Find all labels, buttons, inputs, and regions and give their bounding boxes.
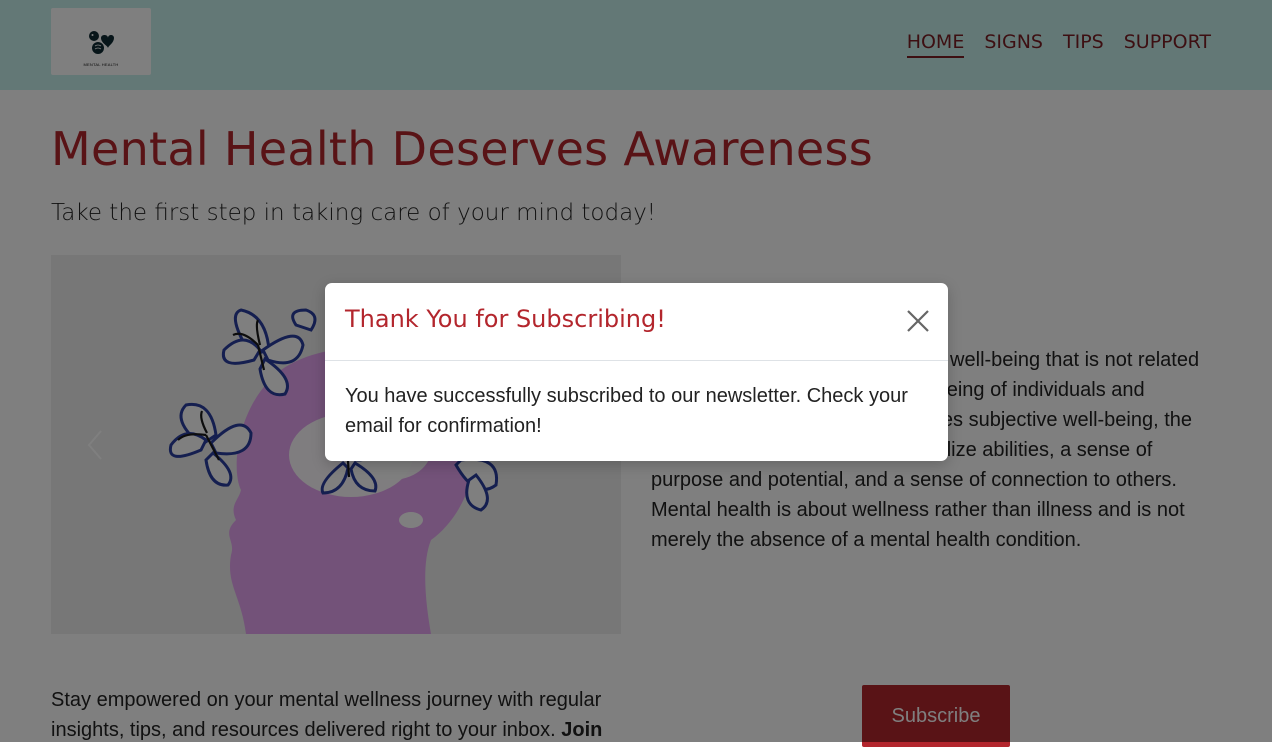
modal-body-text: You have successfully subscribed to our … [345, 385, 908, 437]
modal-close-button[interactable] [904, 307, 932, 335]
close-icon [907, 310, 929, 332]
subscription-modal: Thank You for Subscribing! You have succ… [325, 283, 948, 461]
modal-header: Thank You for Subscribing! [325, 283, 948, 361]
modal-title: Thank You for Subscribing! [345, 305, 666, 333]
